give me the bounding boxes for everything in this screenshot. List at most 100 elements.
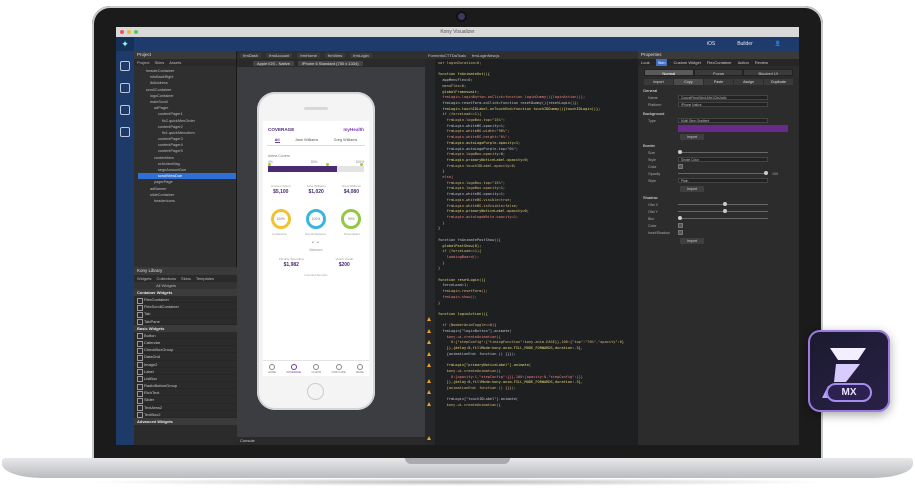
library-item[interactable]: Image2 <box>134 361 237 369</box>
library-item[interactable]: ListBox <box>134 375 237 383</box>
form-tab[interactable]: frmAccount <box>266 52 293 58</box>
library-item[interactable]: RichText <box>134 389 237 398</box>
nav-claims[interactable]: CLAIMS <box>312 363 321 374</box>
tab-custom-widget[interactable]: Custom Widget <box>673 59 700 66</box>
border-import-button[interactable]: Import <box>680 186 704 192</box>
console-bar[interactable]: Console <box>237 437 425 445</box>
library-item[interactable]: TextBox2 <box>134 411 237 419</box>
basic-widgets-section[interactable]: Basic Widgets <box>134 324 237 332</box>
tab-review[interactable]: Review <box>755 59 768 66</box>
radius-select[interactable]: Plain <box>678 178 768 183</box>
library-item[interactable]: Slider <box>134 396 237 405</box>
bg-import-button[interactable]: Import <box>680 134 704 140</box>
form-tab[interactable]: frmView <box>324 52 346 58</box>
tab-collections[interactable]: Collections <box>156 275 176 282</box>
duplicate-button[interactable]: Duplicate <box>764 79 793 85</box>
briefcase-icon[interactable] <box>120 127 130 137</box>
assign-button[interactable]: Assign <box>734 79 763 85</box>
tab-assets[interactable]: Assets <box>169 59 181 66</box>
device-select[interactable]: Apple iOS - Native <box>253 60 294 66</box>
tools-icon[interactable] <box>120 61 130 71</box>
library-item[interactable]: DataGrid <box>134 353 237 362</box>
library-item[interactable]: TabPane <box>134 318 237 326</box>
tab-templates[interactable]: Templates <box>196 275 214 282</box>
library-item[interactable]: RadioButtonGroup <box>134 382 237 390</box>
library-item[interactable]: Label <box>134 368 237 376</box>
advanced-widgets-section[interactable]: Advanced Widgets <box>134 418 237 425</box>
included-benefits-link[interactable]: Included Benefits <box>263 273 369 277</box>
copy-button[interactable]: Copy <box>674 79 703 85</box>
border-color-swatch[interactable] <box>678 164 683 169</box>
border-style-select[interactable]: Single Color <box>678 157 768 162</box>
project-tabs: Project Skins Assets <box>134 59 236 66</box>
form-tab[interactable]: frmHome <box>297 52 320 58</box>
tab-lib-skins[interactable]: Skins <box>181 275 191 282</box>
warning-icon <box>427 390 431 394</box>
paste-button[interactable]: Paste <box>704 79 733 85</box>
tab-action[interactable]: Action <box>738 59 749 66</box>
library-item[interactable]: FlexContainer <box>134 296 237 304</box>
state-focus[interactable]: Focus <box>693 69 744 76</box>
name-field[interactable]: CopyslFboxSkin149e1Cfe2a4b <box>678 95 768 100</box>
slider-handle[interactable] <box>723 209 727 213</box>
tab-widgets[interactable]: Widgets <box>137 275 151 282</box>
nav-coverage[interactable]: COVERAGE <box>286 363 301 374</box>
segment-jane[interactable]: Jane Williams <box>295 138 318 143</box>
slider-handle[interactable] <box>678 216 682 220</box>
import-button[interactable]: Import <box>644 79 673 85</box>
close-icon[interactable] <box>120 30 124 34</box>
container-widgets-section[interactable]: Container Widgets <box>134 289 237 296</box>
shadow-color-swatch[interactable] <box>678 223 683 228</box>
tree-item[interactable]: headerIcons <box>138 198 236 204</box>
code-tab[interactable]: frmLoginNew.js <box>472 53 499 58</box>
offy-slider[interactable] <box>678 209 768 213</box>
nav-more[interactable]: MORE <box>356 363 364 374</box>
platform-toggle[interactable]: iOS <box>707 41 715 47</box>
data-icon[interactable] <box>120 105 130 115</box>
slider-handle[interactable] <box>764 171 768 175</box>
form-tab[interactable]: frmDash <box>240 52 262 58</box>
border-size-slider[interactable] <box>678 150 768 154</box>
library-item[interactable]: Button <box>134 332 237 340</box>
slider-handle[interactable] <box>723 202 727 206</box>
widget-filter-value: All Widgets <box>156 283 177 288</box>
library-item[interactable]: CheckBoxGroup <box>134 346 237 354</box>
widget-filter[interactable]: All Widgets <box>134 282 237 289</box>
slider-handle[interactable] <box>678 150 682 154</box>
platform-field[interactable]: iPhone Native <box>678 102 768 107</box>
nav-find-care[interactable]: FIND CARE <box>332 363 346 374</box>
tab-skin[interactable]: Skin <box>655 59 668 66</box>
inset-checkbox[interactable] <box>678 230 683 235</box>
segment-greg[interactable]: Greg Williams <box>334 138 358 143</box>
blur-slider[interactable] <box>678 216 768 220</box>
type-label: Type <box>648 118 656 123</box>
minimize-icon[interactable] <box>127 30 131 34</box>
library-item[interactable]: FlexScrollContainer <box>134 303 237 311</box>
bg-type-select[interactable]: Multi Step Gradient <box>678 118 768 123</box>
page-indicator[interactable]: • • <box>263 240 369 246</box>
model-select[interactable]: iPhone 6 Standard (750 x 1334) <box>297 60 363 66</box>
maximize-icon[interactable] <box>134 30 138 34</box>
tab-project[interactable]: Project <box>137 59 149 66</box>
tab-flexcontainer[interactable]: FlexContainer <box>707 59 732 66</box>
offx-slider[interactable] <box>678 202 768 206</box>
nav-home[interactable]: HOME <box>268 363 276 374</box>
builder-toggle[interactable]: Builder <box>737 41 753 47</box>
shadow-import-button[interactable]: Import <box>680 238 704 244</box>
library-item[interactable]: Calendar <box>134 339 237 347</box>
state-blocked[interactable]: Blocked UI <box>743 69 794 76</box>
user-icon[interactable]: 👤 <box>775 41 781 47</box>
code-line[interactable]: kony.ui.createAnimation({ <box>438 403 636 409</box>
code-text[interactable]: var loginDuration=0; function fnAnimateO… <box>438 61 636 409</box>
document-icon[interactable] <box>120 83 130 93</box>
tab-skins[interactable]: Skins <box>154 59 164 66</box>
segment-all[interactable]: All <box>274 138 280 143</box>
form-tab[interactable]: frmLogin <box>350 52 372 58</box>
opacity-slider[interactable] <box>678 171 768 175</box>
code-tab[interactable]: FormInfoCTTDaTcalc <box>428 53 466 58</box>
library-item[interactable]: Tab <box>134 310 237 319</box>
tab-look[interactable]: Look <box>641 59 650 66</box>
library-item[interactable]: TextArea2 <box>134 404 237 412</box>
state-normal[interactable]: Normal <box>644 69 694 76</box>
gradient-preview[interactable] <box>678 125 788 132</box>
